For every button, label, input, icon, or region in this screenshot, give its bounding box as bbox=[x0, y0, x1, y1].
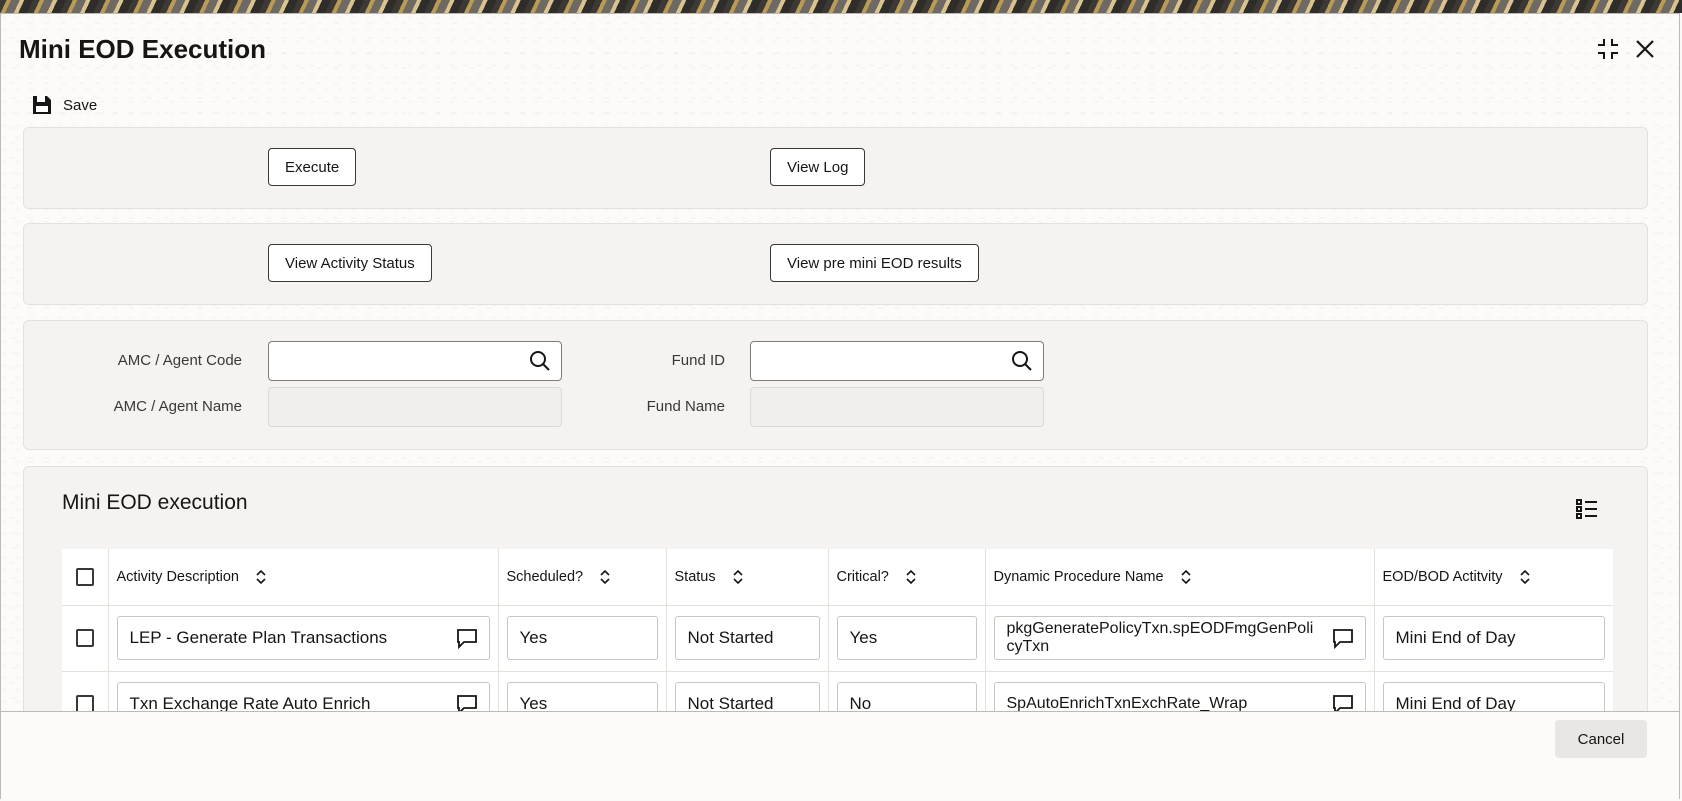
critical-cell: Yes bbox=[828, 605, 986, 672]
comment-icon[interactable] bbox=[1331, 626, 1355, 650]
activity-description-value: LEP - Generate Plan Transactions bbox=[129, 628, 388, 647]
amc-agent-code-label: AMC / Agent Code bbox=[117, 352, 242, 369]
table-header-row: Activity Description Scheduled? Status C… bbox=[62, 549, 1613, 606]
eod-bod-activity-cell: Mini End of Day bbox=[1374, 605, 1613, 672]
grid-title: Mini EOD execution bbox=[62, 491, 248, 514]
row-select-cell bbox=[62, 605, 109, 672]
amc-agent-name-label: AMC / Agent Name bbox=[113, 398, 242, 415]
view-activity-status-button[interactable]: View Activity Status bbox=[268, 244, 432, 282]
dialog-footer: Cancel bbox=[1, 711, 1679, 800]
filter-form-panel: AMC / Agent Code AMC / Agent Name Fund I… bbox=[23, 320, 1648, 450]
save-button[interactable]: Save bbox=[31, 94, 97, 116]
sort-icon[interactable] bbox=[599, 569, 611, 585]
column-header[interactable]: Scheduled? bbox=[498, 549, 667, 606]
comment-icon[interactable] bbox=[455, 626, 479, 650]
save-label: Save bbox=[63, 96, 98, 114]
execute-button[interactable]: Execute bbox=[268, 148, 357, 186]
fund-id-label: Fund ID bbox=[671, 352, 725, 369]
fund-id-field[interactable] bbox=[750, 341, 1044, 381]
fund-name-label: Fund Name bbox=[646, 398, 725, 415]
page-title: Mini EOD Execution bbox=[19, 34, 267, 64]
column-header[interactable]: Dynamic Procedure Name bbox=[985, 549, 1375, 606]
dynamic-procedure-field[interactable]: pkgGeneratePolicyTxn.spEODFmgGenPolicyTx… bbox=[993, 616, 1366, 660]
view-log-button[interactable]: View Log bbox=[770, 148, 866, 186]
cancel-button[interactable]: Cancel bbox=[1555, 720, 1647, 758]
scheduled-field[interactable]: Yes bbox=[506, 616, 658, 660]
activity-description-field[interactable]: LEP - Generate Plan Transactions bbox=[116, 616, 490, 660]
table-row: LEP - Generate Plan Transactions Yes Not… bbox=[62, 605, 1613, 672]
action-panel-2: View Activity Status View pre mini EOD r… bbox=[23, 223, 1648, 305]
column-header[interactable]: Status bbox=[666, 549, 829, 606]
action-panel-1: Execute View Log bbox=[23, 127, 1648, 209]
maximize-icon[interactable] bbox=[1595, 36, 1621, 62]
column-header-label: Activity Description bbox=[116, 568, 239, 585]
search-icon[interactable] bbox=[1011, 350, 1033, 372]
top-banner-strip bbox=[0, 0, 1682, 13]
column-header[interactable]: Activity Description bbox=[108, 549, 499, 606]
view-pre-mini-eod-results-button[interactable]: View pre mini EOD results bbox=[770, 244, 979, 282]
column-header-label: Dynamic Procedure Name bbox=[993, 568, 1164, 585]
sort-icon[interactable] bbox=[255, 569, 267, 585]
row-checkbox[interactable] bbox=[75, 629, 94, 647]
critical-value: Yes bbox=[849, 628, 878, 647]
scheduled-cell: Yes bbox=[498, 605, 667, 672]
eod-bod-activity-field[interactable]: Mini End of Day bbox=[1382, 616, 1605, 660]
critical-field[interactable]: Yes bbox=[836, 616, 977, 660]
column-header-label: Scheduled? bbox=[506, 568, 584, 585]
sort-icon[interactable] bbox=[905, 569, 917, 585]
sort-icon[interactable] bbox=[1180, 569, 1192, 585]
close-icon[interactable] bbox=[1632, 36, 1658, 62]
scheduled-value: Yes bbox=[519, 628, 548, 647]
dialog-window: Mini EOD Execution Save Execute View Log… bbox=[0, 13, 1680, 800]
column-header-label: Status bbox=[674, 568, 716, 585]
fund-name-field bbox=[750, 387, 1044, 427]
dynamic-procedure-cell: pkgGeneratePolicyTxn.spEODFmgGenPolicyTx… bbox=[985, 605, 1375, 672]
select-all-checkbox[interactable] bbox=[75, 567, 94, 586]
eod-bod-activity-value: Mini End of Day bbox=[1395, 628, 1516, 647]
activity-table: Activity Description Scheduled? Status C… bbox=[62, 549, 1613, 738]
column-header[interactable]: EOD/BOD Actitvity bbox=[1374, 549, 1613, 606]
amc-agent-name-field bbox=[268, 387, 562, 427]
status-value: Not Started bbox=[687, 628, 774, 647]
column-list-icon[interactable] bbox=[1575, 497, 1599, 521]
select-all-header bbox=[62, 549, 109, 606]
activity-description-cell: LEP - Generate Plan Transactions bbox=[108, 605, 499, 672]
sort-icon[interactable] bbox=[732, 569, 744, 585]
status-cell: Not Started bbox=[666, 605, 829, 672]
save-icon bbox=[33, 96, 51, 114]
status-field[interactable]: Not Started bbox=[674, 616, 820, 660]
column-header[interactable]: Critical? bbox=[828, 549, 986, 606]
column-header-label: Critical? bbox=[836, 568, 889, 585]
dynamic-procedure-value: pkgGeneratePolicyTxn.spEODFmgGenPolicyTx… bbox=[1006, 620, 1314, 655]
amc-agent-code-field[interactable] bbox=[268, 341, 562, 381]
sort-icon[interactable] bbox=[1519, 569, 1531, 585]
column-header-label: EOD/BOD Actitvity bbox=[1382, 568, 1503, 585]
